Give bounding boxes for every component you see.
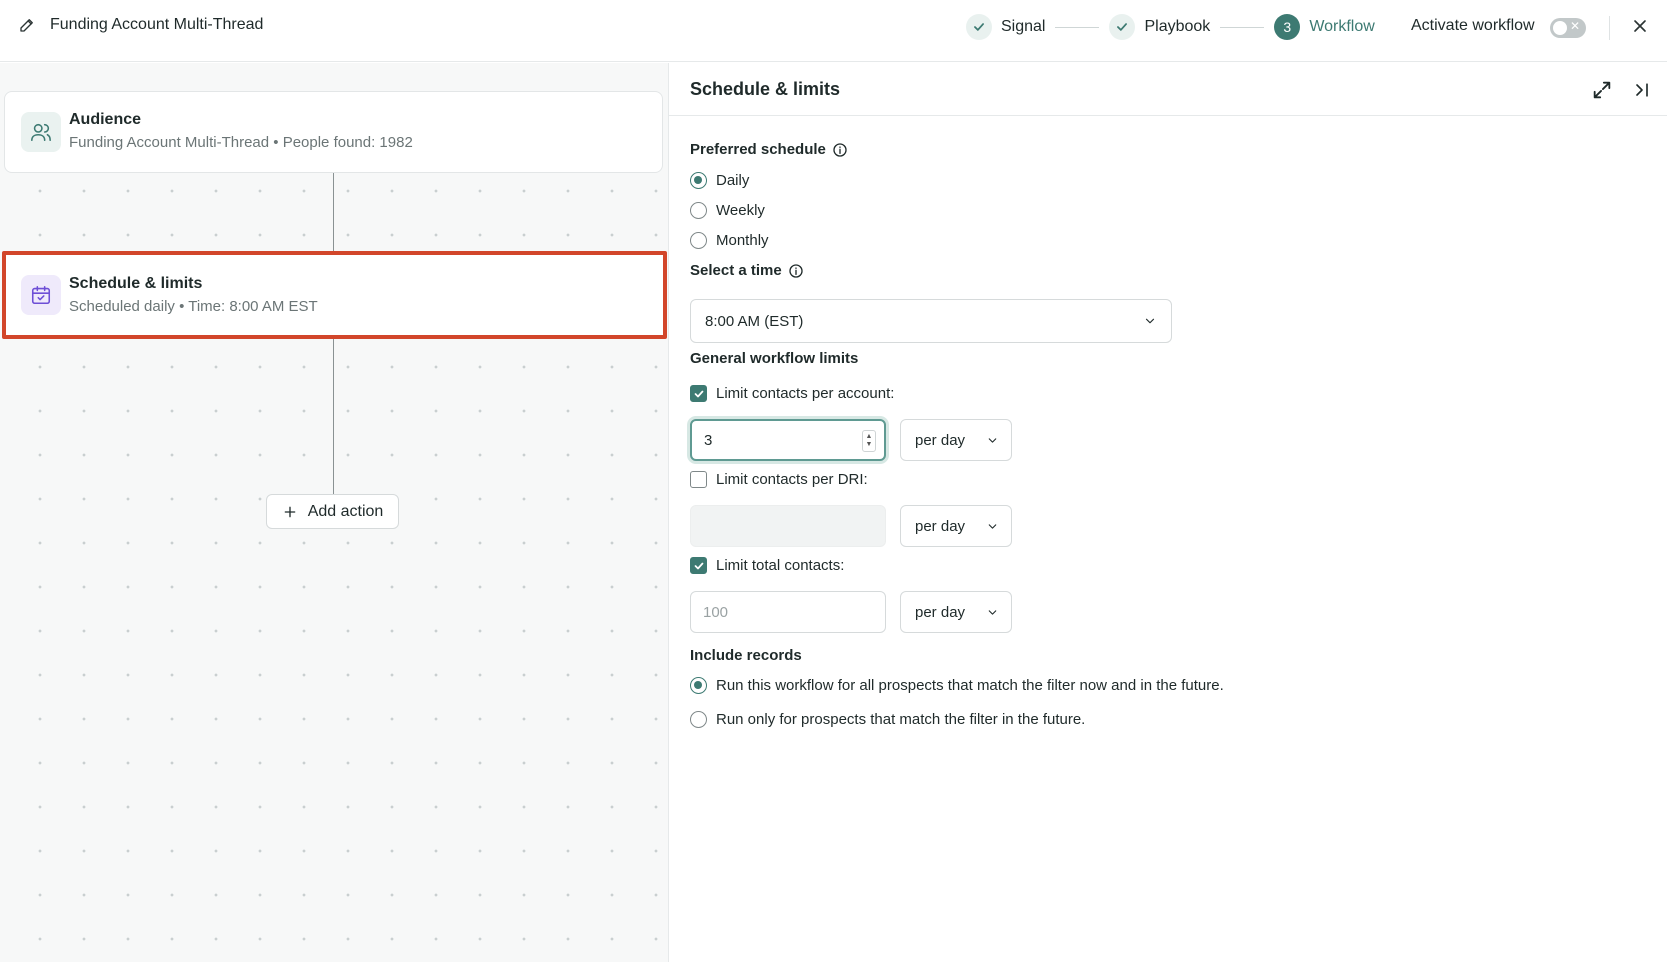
include-records-heading: Include records <box>690 647 802 664</box>
step-signal[interactable]: Signal <box>966 14 1045 40</box>
limit-per-dri-row[interactable]: Limit contacts per DRI: <box>690 471 868 488</box>
radio-monthly[interactable]: Monthly <box>690 232 769 249</box>
checkbox-label: Limit total contacts: <box>716 557 845 574</box>
step-label: Workflow <box>1309 18 1375 35</box>
node-title: Schedule & limits <box>69 275 203 292</box>
step-number-badge: 3 <box>1274 14 1301 40</box>
schedule-limits-node[interactable]: Schedule & limits Scheduled daily • Time… <box>2 251 667 339</box>
select-time-heading: Select a time <box>690 262 804 279</box>
step-playbook[interactable]: Playbook <box>1109 14 1210 40</box>
limit-total-checkbox[interactable] <box>690 557 707 574</box>
radio-label: Weekly <box>716 202 765 219</box>
check-icon <box>694 390 703 397</box>
close-icon[interactable] <box>1630 16 1650 36</box>
period-value: per day <box>915 517 966 535</box>
section-label: Preferred schedule <box>690 141 826 158</box>
collapse-panel-icon[interactable] <box>1632 80 1652 100</box>
check-icon <box>694 562 703 569</box>
connector-line <box>333 339 334 494</box>
workflow-title-area[interactable]: Funding Account Multi-Thread <box>18 16 263 34</box>
activate-workflow-label: Activate workflow <box>1411 17 1535 34</box>
limit-per-dri-input[interactable] <box>690 505 886 547</box>
top-bar: Funding Account Multi-Thread Signal Play… <box>0 0 1667 62</box>
radio-weekly[interactable]: Weekly <box>690 202 765 219</box>
general-limits-heading: General workflow limits <box>690 350 858 367</box>
plus-icon <box>284 506 296 517</box>
chevron-down-icon <box>988 523 997 529</box>
workflow-canvas[interactable]: Audience Funding Account Multi-Thread • … <box>0 63 668 962</box>
radio-label: Daily <box>716 172 750 189</box>
node-title: Audience <box>69 111 142 128</box>
info-icon[interactable] <box>788 263 804 279</box>
chevron-down-icon <box>988 437 997 443</box>
section-label: Include records <box>690 647 802 664</box>
limit-total-row[interactable]: Limit total contacts: <box>690 557 844 574</box>
radio-button[interactable] <box>690 172 707 189</box>
limit-per-account-row[interactable]: Limit contacts per account: <box>690 385 894 402</box>
panel-title: Schedule & limits <box>690 79 841 99</box>
toggle-knob <box>1553 21 1567 35</box>
panel-header: Schedule & limits <box>669 63 1667 116</box>
step-progress: Signal Playbook 3 Workflow <box>966 12 1375 42</box>
add-action-button[interactable]: Add action <box>266 494 399 529</box>
check-icon <box>966 14 992 40</box>
radio-label: Monthly <box>716 232 769 249</box>
node-subtitle: Scheduled daily • Time: 8:00 AM EST <box>69 298 318 315</box>
limit-per-dri-period-select[interactable]: per day <box>900 505 1012 547</box>
radio-all-prospects[interactable]: Run this workflow for all prospects that… <box>690 677 1224 694</box>
chevron-down-icon <box>1145 318 1155 324</box>
x-icon: ✕ <box>1569 19 1580 33</box>
input-placeholder: 100 <box>703 603 729 621</box>
node-subtitle: Funding Account Multi-Thread • People fo… <box>69 134 413 151</box>
pencil-icon[interactable] <box>18 16 36 34</box>
step-connector <box>1055 26 1100 28</box>
number-stepper[interactable]: ▲ ▼ <box>862 430 876 452</box>
step-label: Signal <box>1001 18 1046 35</box>
checkbox-label: Limit contacts per DRI: <box>716 471 868 488</box>
chevron-down-icon <box>988 609 997 615</box>
period-value: per day <box>915 431 966 449</box>
preferred-schedule-heading: Preferred schedule <box>690 141 848 158</box>
selected-time: 8:00 AM (EST) <box>705 312 804 330</box>
schedule-limits-panel: Schedule & limits Preferred schedule Dai… <box>668 63 1667 962</box>
info-icon[interactable] <box>832 142 848 158</box>
radio-button[interactable] <box>690 232 707 249</box>
radio-label: Run this workflow for all prospects that… <box>716 677 1224 694</box>
radio-future-prospects[interactable]: Run only for prospects that match the fi… <box>690 711 1085 728</box>
limit-per-account-checkbox[interactable] <box>690 385 707 402</box>
radio-button[interactable] <box>690 711 707 728</box>
connector-line <box>333 173 334 251</box>
check-icon <box>1109 14 1136 40</box>
step-connector <box>1220 26 1265 28</box>
radio-button[interactable] <box>690 677 707 694</box>
workflow-title[interactable]: Funding Account Multi-Thread <box>50 16 263 34</box>
audience-node[interactable]: Audience Funding Account Multi-Thread • … <box>4 91 663 173</box>
radio-button[interactable] <box>690 202 707 219</box>
section-label: Select a time <box>690 262 782 279</box>
input-value: 3 <box>704 431 713 449</box>
users-icon <box>21 112 61 152</box>
limit-per-account-input[interactable]: 3 ▲ ▼ <box>690 419 886 461</box>
limit-per-account-period-select[interactable]: per day <box>900 419 1012 461</box>
checkbox-label: Limit contacts per account: <box>716 385 895 402</box>
limit-total-period-select[interactable]: per day <box>900 591 1012 633</box>
time-select[interactable]: 8:00 AM (EST) <box>690 299 1172 343</box>
add-action-label: Add action <box>307 502 384 520</box>
limit-per-dri-checkbox[interactable] <box>690 471 707 488</box>
step-label: Playbook <box>1144 18 1211 35</box>
radio-daily[interactable]: Daily <box>690 172 749 189</box>
divider <box>1609 16 1610 40</box>
activate-workflow-toggle[interactable]: ✕ <box>1550 18 1586 38</box>
period-value: per day <box>915 603 966 621</box>
section-label: General workflow limits <box>690 350 859 367</box>
limit-total-input[interactable]: 100 <box>690 591 886 633</box>
step-workflow[interactable]: 3 Workflow <box>1274 14 1375 40</box>
radio-label: Run only for prospects that match the fi… <box>716 711 1086 728</box>
expand-icon[interactable] <box>1591 79 1613 101</box>
calendar-check-icon <box>21 275 61 315</box>
